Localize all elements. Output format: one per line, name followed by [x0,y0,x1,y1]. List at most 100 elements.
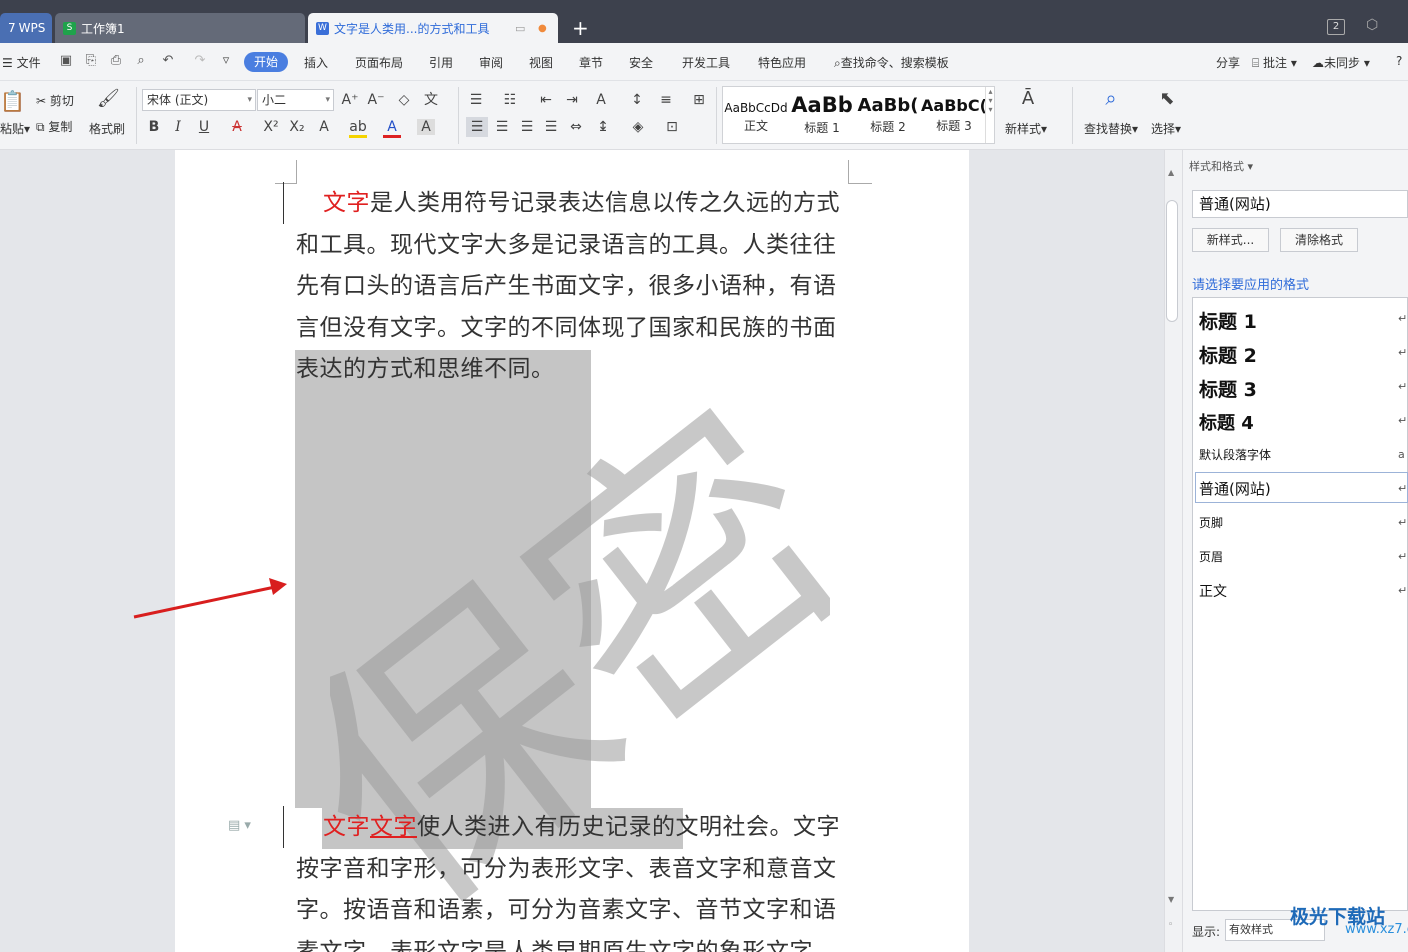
paste-button[interactable]: 粘贴▾ [0,120,30,137]
scroll-up-icon[interactable]: ▲ [1168,168,1174,177]
italic-icon[interactable]: I [169,119,187,135]
subscript-icon[interactable]: X₂ [288,119,306,135]
menu-special[interactable]: 特色应用 [758,54,806,71]
indent-icon[interactable]: ⇥ [563,92,581,108]
new-tab-button[interactable]: + [572,16,589,40]
align-left-icon[interactable]: ☰ [466,117,488,137]
number-list-icon[interactable]: ☷ [501,92,519,108]
tab-workbook[interactable]: S 工作簿1 [55,13,305,43]
outdent-icon[interactable]: ⇤ [537,92,555,108]
current-style-input[interactable]: 普通(网站) [1192,190,1408,218]
menu-start[interactable]: 开始 [244,52,288,72]
new-style-pane-button[interactable]: 新样式... [1192,228,1269,252]
style-item-h2[interactable]: 标题 2 [1199,341,1257,368]
clear-format-button[interactable]: 清除格式 [1280,228,1358,252]
style-item-h4[interactable]: 标题 4 [1199,409,1254,435]
save-icon[interactable]: ▣ [58,53,74,69]
borders-icon[interactable]: ⊡ [663,119,681,135]
window-count-badge[interactable]: 2 [1327,19,1345,35]
text-direction-icon[interactable]: A [592,92,610,108]
text-effect-icon[interactable]: A [315,119,333,135]
sync-button[interactable]: ☁未同步 ▾ [1312,54,1370,71]
style-item-normal-web[interactable]: 普通(网站) [1199,478,1271,499]
tab-wps[interactable]: 7 WPS [0,13,52,43]
find-replace-button[interactable]: 查找替换▾ [1084,120,1138,137]
skin-icon[interactable]: ⬡ [1366,17,1384,35]
select-button[interactable]: 选择▾ [1151,120,1181,137]
menu-layout[interactable]: 页面布局 [355,54,403,71]
font-family-select[interactable]: 宋体 (正文) [142,89,256,111]
paragraph-menu-icon[interactable]: ▤ ▾ [228,818,251,833]
prev-page-icon[interactable]: ◦ [1168,920,1173,930]
underline-icon[interactable]: U [195,119,213,135]
grow-font-icon[interactable]: A⁺ [341,92,359,108]
menu-reference[interactable]: 引用 [429,54,453,71]
align-center-icon[interactable]: ☰ [493,119,511,135]
align-right-icon[interactable]: ☰ [518,119,536,135]
format-painter-button[interactable]: 格式刷 [89,120,125,137]
menu-view[interactable]: 视图 [529,54,553,71]
print-preview-icon[interactable]: ⌕ [133,53,149,69]
style-item-default-font[interactable]: 默认段落字体 [1199,446,1271,463]
style-item-body[interactable]: 正文 [1199,581,1227,601]
find-replace-icon[interactable]: ⌕ [1100,88,1122,108]
new-style-icon[interactable]: Ā [1017,90,1039,108]
clear-format-icon[interactable]: ◇ [395,92,413,108]
border-grid-icon[interactable]: ⊞ [690,92,708,108]
cut-button[interactable]: ✂ 剪切 [36,92,74,109]
style-item-header[interactable]: 页眉 [1199,548,1223,565]
style-item-h1[interactable]: 标题 1 [1199,307,1257,334]
comment-button[interactable]: ⌸ 批注 ▾ [1252,54,1297,71]
font-color-icon[interactable]: A [383,119,401,138]
gallery-item-h1[interactable]: AaBb 标题 1 [789,87,855,143]
gallery-item-h3[interactable]: AaBbC(标题 3 [921,87,987,143]
customize-icon[interactable]: ▿ [218,53,234,69]
bullet-list-icon[interactable]: ☰ [467,92,485,108]
menu-review[interactable]: 审阅 [479,54,503,71]
font-size-select[interactable]: 小二 [257,89,334,111]
highlight-icon[interactable]: ab [349,119,367,138]
distribute-icon[interactable]: ⇔ [567,119,585,135]
menu-devtools[interactable]: 开发工具 [682,54,730,71]
style-item-footer[interactable]: 页脚 [1199,514,1223,531]
cursor-select-icon[interactable]: ⬉ [1158,90,1176,108]
scrollbar-thumb[interactable] [1166,200,1178,322]
command-search[interactable]: ⌕查找命令、搜索模板 [834,54,949,71]
format-painter-icon[interactable]: 🖌 [97,90,120,108]
copy-button[interactable]: ⧉ 复制 [36,118,72,135]
menu-security[interactable]: 安全 [629,54,653,71]
undo-icon[interactable]: ↶ [160,53,176,69]
pane-title[interactable]: 样式和格式 ▾ [1189,158,1253,174]
share-button[interactable]: 分享 [1216,54,1240,71]
gallery-item-h2[interactable]: AaBb(标题 2 [855,87,921,143]
char-shading-icon[interactable]: A [417,119,435,135]
menu-chapter[interactable]: 章节 [579,54,603,71]
gallery-scroll[interactable]: ▴ ▾ ▾ [985,87,995,143]
monitor-icon[interactable]: ▭ [515,22,525,35]
export-icon[interactable]: ⎘ [83,53,99,69]
shrink-font-icon[interactable]: A⁻ [367,92,385,108]
shading-icon[interactable]: ◈ [629,119,647,135]
style-item-h3[interactable]: 标题 3 [1199,375,1257,402]
sort-icon[interactable]: ↕ [628,92,646,108]
tab-document[interactable]: W 文字是人类用...的方式和工具 ▭ ● [308,13,558,43]
phonetic-icon[interactable]: 文 [422,92,440,108]
gallery-item-body[interactable]: AaBbCcDd 正文 [723,87,789,143]
print-icon[interactable]: ⎙ [108,53,124,69]
help-icon[interactable]: ? [1396,54,1402,68]
bold-icon[interactable]: B [145,119,163,135]
menu-insert[interactable]: 插入 [304,54,328,71]
justify-icon[interactable]: ☰ [542,119,560,135]
menu-file[interactable]: ☰ 文件 [2,54,41,71]
superscript-icon[interactable]: X² [262,119,280,135]
scroll-down-icon[interactable]: ▼ [1168,895,1174,904]
paragraph-mark-icon: ↵ [1398,482,1408,495]
redo-icon[interactable]: ↷ [192,53,208,69]
strikethrough-icon[interactable]: A [228,119,246,135]
line-spacing-icon[interactable]: ↨ [594,119,612,135]
paragraph-1[interactable]: 文字是人类用符号记录表达信息以传之久远的方式和工具。现代文字大多是记录语言的工具… [296,183,856,391]
paste-icon[interactable]: 📋 [0,91,25,111]
new-style-button[interactable]: 新样式▾ [1005,120,1047,137]
paragraph-icon[interactable]: ≡ [657,92,675,108]
paragraph-2[interactable]: 文字文字使人类进入有历史记录的文明社会。文字按字音和字形，可分为表形文字、表音文… [296,807,856,952]
